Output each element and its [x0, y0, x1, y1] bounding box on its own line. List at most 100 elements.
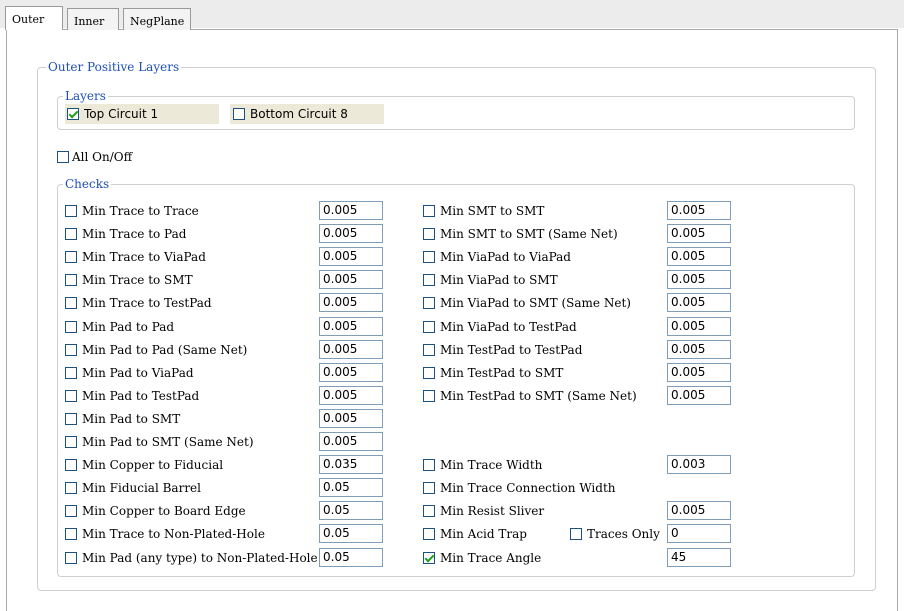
min-smt-to-smt-same-net-input[interactable]: 0.005: [667, 224, 731, 243]
min-pad-to-viapad-input[interactable]: 0.005: [319, 363, 383, 382]
traces-only-checkbox[interactable]: [570, 528, 582, 540]
min-trace-to-trace-input[interactable]: 0.005: [319, 201, 383, 220]
tab-negplane[interactable]: NegPlane: [123, 8, 191, 30]
min-trace-angle-checkbox[interactable]: [423, 552, 435, 564]
min-acid-trap-checkbox[interactable]: [423, 528, 435, 540]
min-trace-to-testpad-checkbox[interactable]: [65, 297, 77, 309]
min-trace-width-input[interactable]: 0.003: [667, 455, 731, 474]
min-resist-sliver-input[interactable]: 0.005: [667, 501, 731, 520]
min-viapad-to-smt-checkbox[interactable]: [423, 274, 435, 286]
min-testpad-to-smt-same-net-input[interactable]: 0.005: [667, 386, 731, 405]
min-pad-to-smt-same-net-checkbox[interactable]: [65, 436, 77, 448]
min-pad-to-testpad-label: Min Pad to TestPad: [82, 389, 200, 403]
min-viapad-to-viapad-input[interactable]: 0.005: [667, 247, 731, 266]
min-pad-to-viapad-label: Min Pad to ViaPad: [82, 366, 194, 380]
top-circuit-checkbox[interactable]: [67, 108, 79, 120]
min-pad-to-smt-same-net-label: Min Pad to SMT (Same Net): [82, 435, 254, 449]
min-copper-to-fiducial-label: Min Copper to Fiducial: [82, 458, 224, 472]
tab-outer[interactable]: Outer: [5, 6, 63, 30]
all-onoff-label: All On/Off: [72, 150, 133, 164]
min-pad-to-pad-input[interactable]: 0.005: [319, 317, 383, 336]
min-smt-to-smt-checkbox[interactable]: [423, 205, 435, 217]
min-viapad-to-testpad-input[interactable]: 0.005: [667, 317, 731, 336]
min-resist-sliver-label: Min Resist Sliver: [440, 504, 545, 518]
min-viapad-to-viapad-label: Min ViaPad to ViaPad: [440, 250, 571, 264]
min-trace-connection-width-label: Min Trace Connection Width: [440, 481, 616, 495]
min-trace-to-smt-input[interactable]: 0.005: [319, 270, 383, 289]
min-copper-to-fiducial-checkbox[interactable]: [65, 459, 77, 471]
min-testpad-to-smt-same-net-checkbox[interactable]: [423, 390, 435, 402]
min-viapad-to-smt-input[interactable]: 0.005: [667, 270, 731, 289]
min-trace-connection-width-checkbox[interactable]: [423, 482, 435, 494]
min-testpad-to-smt-input[interactable]: 0.005: [667, 363, 731, 382]
bottom-circuit-checkbox[interactable]: [233, 108, 245, 120]
checks-title: Checks: [63, 177, 112, 191]
min-trace-to-non-plated-hole-input[interactable]: 0.05: [319, 524, 383, 543]
min-viapad-to-smt-label: Min ViaPad to SMT: [440, 273, 558, 287]
min-pad-to-smt-input[interactable]: 0.005: [319, 409, 383, 428]
tab-inner[interactable]: Inner: [67, 8, 119, 30]
min-trace-to-pad-input[interactable]: 0.005: [319, 224, 383, 243]
min-pad-to-smt-same-net-input[interactable]: 0.005: [319, 432, 383, 451]
min-trace-to-non-plated-hole-checkbox[interactable]: [65, 528, 77, 540]
outer-positive-layers-title: Outer Positive Layers: [46, 60, 182, 74]
min-viapad-to-testpad-label: Min ViaPad to TestPad: [440, 320, 577, 334]
bottom-circuit-label: Bottom Circuit 8: [250, 107, 348, 121]
min-viapad-to-smt-same-net-input[interactable]: 0.005: [667, 293, 731, 312]
min-acid-trap-label: Min Acid Trap: [440, 527, 527, 541]
min-trace-width-label: Min Trace Width: [440, 458, 543, 472]
min-pad-to-pad-same-net-input[interactable]: 0.005: [319, 340, 383, 359]
checks-group: [57, 184, 855, 577]
min-testpad-to-smt-same-net-label: Min TestPad to SMT (Same Net): [440, 389, 637, 403]
min-trace-to-trace-checkbox[interactable]: [65, 205, 77, 217]
min-trace-to-testpad-label: Min Trace to TestPad: [82, 296, 212, 310]
min-smt-to-smt-same-net-checkbox[interactable]: [423, 228, 435, 240]
min-copper-to-board-edge-label: Min Copper to Board Edge: [82, 504, 246, 518]
tab-label: NegPlane: [130, 15, 185, 28]
min-pad-to-pad-same-net-checkbox[interactable]: [65, 344, 77, 356]
min-pad-to-testpad-checkbox[interactable]: [65, 390, 77, 402]
all-onoff-checkbox[interactable]: [57, 151, 69, 163]
min-smt-to-smt-label: Min SMT to SMT: [440, 204, 545, 218]
min-copper-to-board-edge-input[interactable]: 0.05: [319, 501, 383, 520]
traces-only-label: Traces Only: [587, 527, 660, 541]
top-circuit-label: Top Circuit 1: [84, 107, 159, 121]
min-smt-to-smt-input[interactable]: 0.005: [667, 201, 731, 220]
min-trace-angle-input[interactable]: 45: [667, 548, 731, 567]
min-fiducial-barrel-input[interactable]: 0.05: [319, 478, 383, 497]
min-pad-to-pad-checkbox[interactable]: [65, 321, 77, 333]
min-copper-to-board-edge-checkbox[interactable]: [65, 505, 77, 517]
min-acid-trap-input[interactable]: 0: [667, 524, 731, 543]
min-viapad-to-smt-same-net-checkbox[interactable]: [423, 297, 435, 309]
min-copper-to-fiducial-input[interactable]: 0.035: [319, 455, 383, 474]
min-trace-to-viapad-label: Min Trace to ViaPad: [82, 250, 206, 264]
min-pad-any-type-to-non-plated-hole-input[interactable]: 0.05: [319, 548, 383, 567]
min-testpad-to-smt-label: Min TestPad to SMT: [440, 366, 564, 380]
min-fiducial-barrel-checkbox[interactable]: [65, 482, 77, 494]
min-pad-to-pad-same-net-label: Min Pad to Pad (Same Net): [82, 343, 248, 357]
min-testpad-to-smt-checkbox[interactable]: [423, 367, 435, 379]
tab-label: Inner: [74, 15, 105, 28]
min-trace-to-viapad-input[interactable]: 0.005: [319, 247, 383, 266]
min-pad-to-viapad-checkbox[interactable]: [65, 367, 77, 379]
min-viapad-to-viapad-checkbox[interactable]: [423, 251, 435, 263]
min-pad-to-pad-label: Min Pad to Pad: [82, 320, 175, 334]
min-pad-any-type-to-non-plated-hole-checkbox[interactable]: [65, 552, 77, 564]
min-pad-any-type-to-non-plated-hole-label: Min Pad (any type) to Non-Plated-Hole: [82, 551, 318, 565]
min-pad-to-smt-label: Min Pad to SMT: [82, 412, 181, 426]
min-resist-sliver-checkbox[interactable]: [423, 505, 435, 517]
min-trace-to-non-plated-hole-label: Min Trace to Non-Plated-Hole: [82, 527, 265, 541]
min-viapad-to-testpad-checkbox[interactable]: [423, 321, 435, 333]
min-testpad-to-testpad-input[interactable]: 0.005: [667, 340, 731, 359]
min-pad-to-smt-checkbox[interactable]: [65, 413, 77, 425]
tab-label: Outer: [12, 13, 45, 26]
min-trace-to-testpad-input[interactable]: 0.005: [319, 293, 383, 312]
min-pad-to-testpad-input[interactable]: 0.005: [319, 386, 383, 405]
min-trace-width-checkbox[interactable]: [423, 459, 435, 471]
min-trace-to-smt-checkbox[interactable]: [65, 274, 77, 286]
min-testpad-to-testpad-checkbox[interactable]: [423, 344, 435, 356]
min-trace-to-pad-checkbox[interactable]: [65, 228, 77, 240]
min-trace-to-viapad-checkbox[interactable]: [65, 251, 77, 263]
min-smt-to-smt-same-net-label: Min SMT to SMT (Same Net): [440, 227, 618, 241]
min-testpad-to-testpad-label: Min TestPad to TestPad: [440, 343, 583, 357]
